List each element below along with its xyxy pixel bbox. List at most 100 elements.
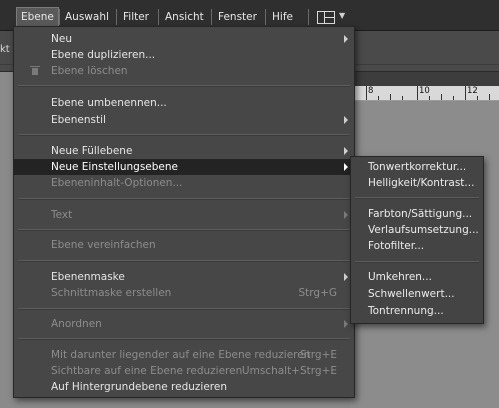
chevron-down-icon: ▼: [339, 11, 346, 20]
menu-item-label: Neue Einstellungsebene: [51, 161, 178, 173]
submenu-item-label: Farbton/Sättigung...: [368, 208, 473, 220]
submenu-item-farbton-saettigung[interactable]: Farbton/Sättigung...: [351, 206, 483, 222]
menu-item-ebenenmaske[interactable]: Ebenenmaske: [14, 269, 354, 285]
submenu-item-label: Tonwertkorrektur...: [368, 161, 467, 173]
menu-divider: [18, 308, 350, 310]
ruler-label: 10: [419, 86, 430, 96]
ruler-tick: [441, 94, 442, 100]
menu-item-sichtbare-reduzieren: Sichtbare auf eine Ebene reduzieren Umsc…: [14, 363, 354, 379]
menu-divider: [18, 229, 350, 231]
menu-item-label: Ebenenstil: [51, 114, 106, 126]
menu-fenster[interactable]: Fenster: [214, 8, 261, 26]
ruler-label: 12: [467, 86, 478, 96]
ruler-tick: [489, 94, 490, 100]
submenu-arrow-icon: [344, 273, 348, 281]
menu-item-ebene-umbenennen[interactable]: Ebene umbenennen...: [14, 95, 354, 111]
menu-ebene[interactable]: Ebene: [16, 7, 59, 27]
menu-divider: [18, 134, 350, 136]
ruler-tick: [390, 94, 391, 100]
adjustment-layer-submenu: Tonwertkorrektur... Helligkeit/Kontrast.…: [350, 156, 484, 324]
menu-item-label: Ebene duplizieren...: [51, 49, 156, 61]
menu-filter[interactable]: Filter: [119, 8, 153, 26]
submenu-item-tontrennung[interactable]: Tontrennung...: [351, 303, 483, 319]
menu-separator: [265, 9, 266, 25]
submenu-item-tonwertkorrektur[interactable]: Tonwertkorrektur...: [351, 159, 483, 175]
submenu-arrow-icon: [344, 163, 348, 171]
ruler-tick: [453, 96, 454, 100]
trash-icon: [30, 66, 40, 75]
menu-item-label: Mit darunter liegender auf eine Ebene re…: [51, 349, 311, 361]
options-bar-text: kt: [0, 44, 10, 55]
layer-menu: Neu Ebene duplizieren... Ebene löschen E…: [13, 26, 355, 398]
submenu-divider: [355, 261, 479, 263]
submenu-arrow-icon: [344, 147, 348, 155]
menu-separator: [308, 9, 309, 25]
submenu-item-label: Verlaufsumsetzung...: [368, 224, 479, 236]
menu-separator: [211, 9, 212, 25]
menu-divider: [18, 198, 350, 200]
menu-item-auf-hintergrundebene-reduzieren[interactable]: Auf Hintergrundebene reduzieren: [14, 379, 354, 395]
ruler-tick: [378, 96, 379, 100]
menu-separator: [59, 9, 60, 25]
menu-item-text: Text: [14, 207, 354, 223]
menu-item-label: Anordnen: [51, 318, 102, 330]
submenu-arrow-icon: [344, 35, 348, 43]
menu-item-ebeneninhalt-optionen: Ebeneninhalt-Optionen...: [14, 175, 354, 191]
menu-item-neu[interactable]: Neu: [14, 31, 354, 47]
menu-item-label: Ebene umbenennen...: [51, 97, 167, 109]
layout-toggle-button[interactable]: ▼: [313, 9, 351, 25]
submenu-item-umkehren[interactable]: Umkehren...: [351, 269, 483, 285]
submenu-arrow-icon: [344, 320, 348, 328]
menu-item-label: Text: [51, 209, 73, 221]
submenu-item-label: Tontrennung...: [368, 305, 444, 317]
submenu-item-label: Fotofilter...: [368, 240, 425, 252]
ruler-tick: [465, 86, 466, 100]
menu-divider: [18, 338, 350, 340]
menu-item-shortcut: Strg+E: [299, 349, 337, 361]
menu-item-shortcut: Strg+G: [298, 287, 337, 299]
menu-item-label: Ebene vereinfachen: [51, 239, 156, 251]
menu-item-schnittmaske-erstellen: Schnittmaske erstellen Strg+G: [14, 285, 354, 301]
ruler-tick: [402, 96, 403, 100]
menu-item-shortcut: Umschalt+Strg+E: [241, 365, 337, 377]
menu-hilfe[interactable]: Hife: [268, 8, 297, 26]
menu-item-label: Neue Füllebene: [51, 145, 133, 157]
ruler-tick: [429, 96, 430, 100]
submenu-item-label: Schwellenwert...: [368, 288, 455, 300]
menu-separator: [116, 9, 117, 25]
submenu-item-label: Umkehren...: [368, 271, 432, 283]
menu-item-ebenenstil[interactable]: Ebenenstil: [14, 112, 354, 128]
ruler-tick: [366, 86, 367, 100]
submenu-item-schwellenwert[interactable]: Schwellenwert...: [351, 286, 483, 302]
menu-item-label: Ebeneninhalt-Optionen...: [51, 177, 183, 189]
menu-auswahl[interactable]: Auswahl: [61, 8, 113, 26]
submenu-item-helligkeit-kontrast[interactable]: Helligkeit/Kontrast...: [351, 175, 483, 191]
submenu-item-fotofilter[interactable]: Fotofilter...: [351, 238, 483, 254]
menu-item-neue-fuellebene[interactable]: Neue Füllebene: [14, 143, 354, 159]
horizontal-ruler: 8 10 12: [350, 86, 499, 101]
submenu-item-verlaufsumsetzung[interactable]: Verlaufsumsetzung...: [351, 222, 483, 238]
menu-item-ebene-loeschen: Ebene löschen: [14, 63, 354, 79]
ruler-tick: [417, 86, 418, 100]
document-tab-strip: [350, 72, 499, 86]
menu-item-ebene-duplizieren[interactable]: Ebene duplizieren...: [14, 47, 354, 63]
ruler-label: 8: [368, 86, 374, 96]
submenu-divider: [355, 197, 479, 199]
menu-item-label: Ebenenmaske: [51, 271, 125, 283]
menu-item-neue-einstellungsebene[interactable]: Neue Einstellungsebene: [14, 159, 354, 175]
menu-item-ebene-vereinfachen: Ebene vereinfachen: [14, 237, 354, 253]
menu-item-label: Ebene löschen: [51, 65, 128, 77]
ruler-tick: [477, 96, 478, 100]
menu-item-label: Neu: [51, 33, 72, 45]
submenu-arrow-icon: [344, 211, 348, 219]
menu-item-label: Schnittmaske erstellen: [51, 287, 172, 299]
menu-divider: [18, 260, 350, 262]
menu-divider: [18, 85, 350, 87]
submenu-item-label: Helligkeit/Kontrast...: [368, 177, 475, 189]
menu-item-anordnen: Anordnen: [14, 316, 354, 332]
submenu-arrow-icon: [344, 116, 348, 124]
menu-item-mit-darunter-reduzieren: Mit darunter liegender auf eine Ebene re…: [14, 347, 354, 363]
menu-separator: [158, 9, 159, 25]
menu-ansicht[interactable]: Ansicht: [161, 8, 208, 26]
panel-layout-icon: [317, 11, 335, 24]
